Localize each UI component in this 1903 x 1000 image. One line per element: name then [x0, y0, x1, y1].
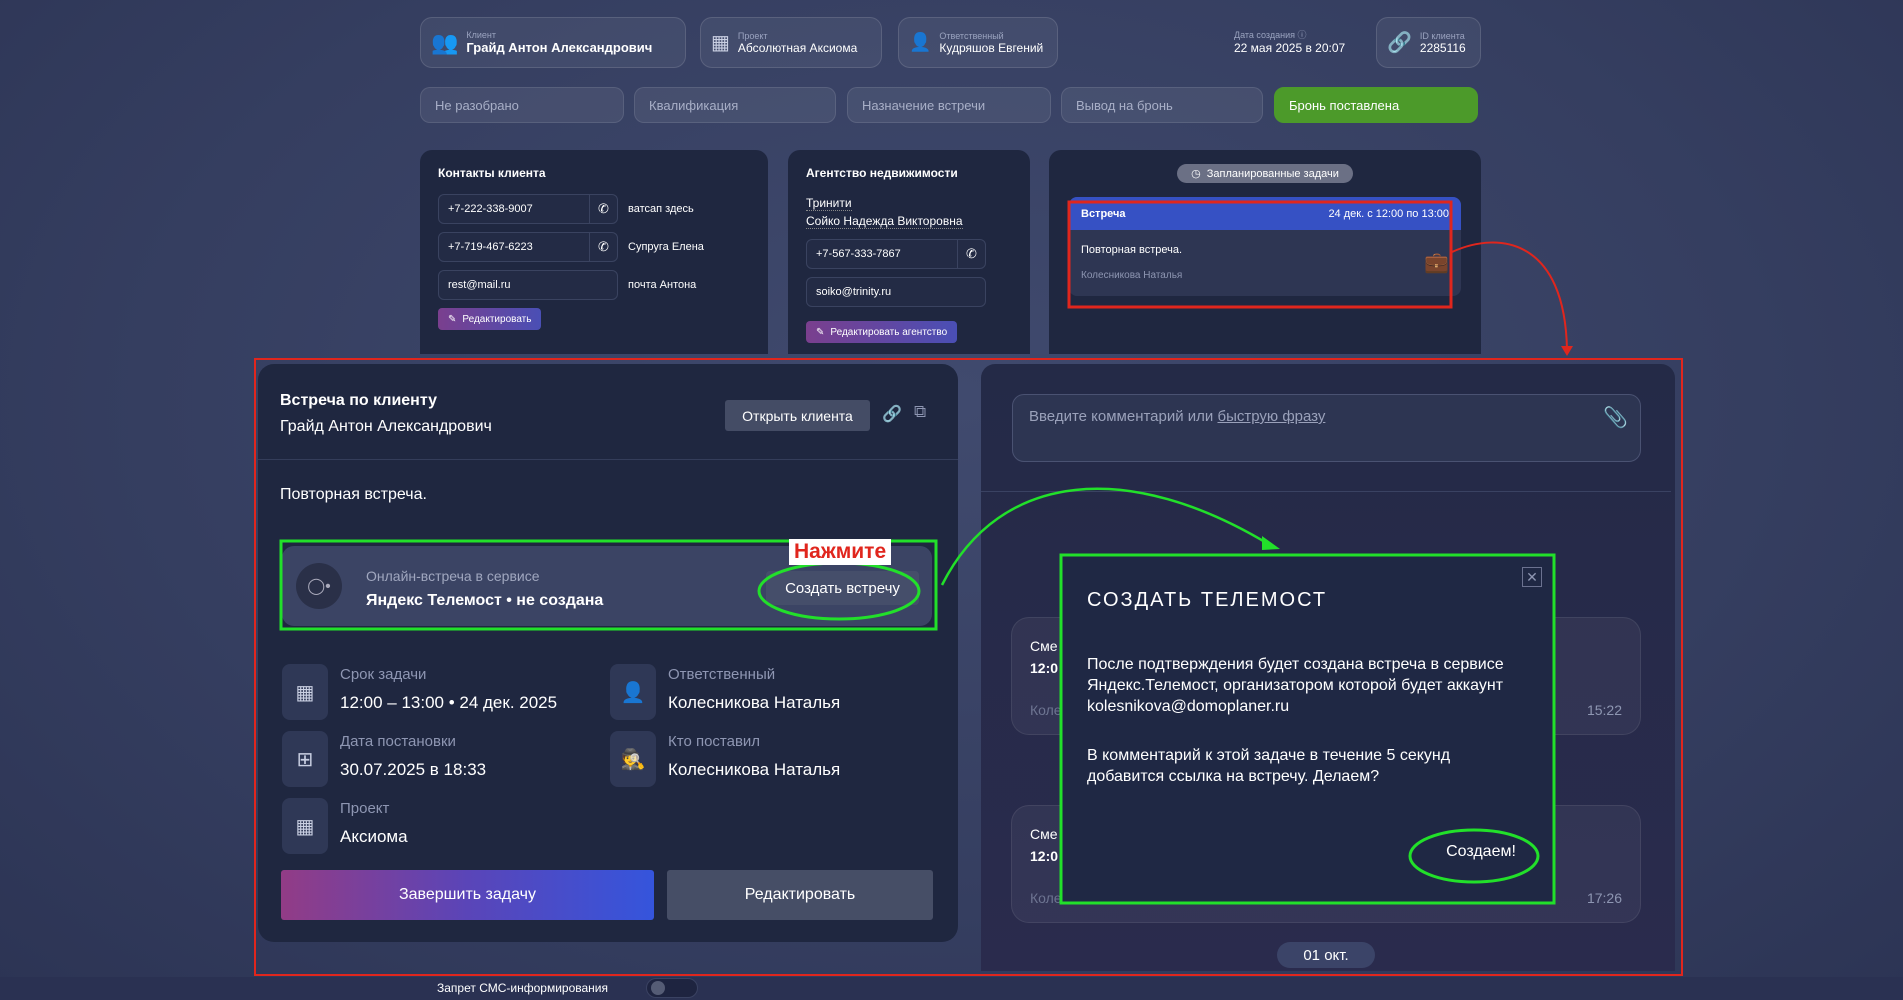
- agency-phone-field[interactable]: +7-567-333-7867 ✆: [806, 239, 986, 269]
- create-telemost-modal: ✕ СОЗДАТЬ ТЕЛЕМОСТ После подтверждения б…: [1061, 555, 1554, 903]
- close-icon[interactable]: ✕: [1522, 567, 1542, 587]
- responsible-info: 👤 Ответственный Колесникова Наталья: [610, 664, 840, 720]
- calendar-plus-icon: ⊞: [282, 731, 328, 787]
- building-icon: ▦: [711, 32, 730, 54]
- scheduled-tasks-badge: ◷ Запланированные задачи: [1177, 164, 1353, 183]
- phone-field[interactable]: +7-222-338-9007 ✆: [438, 194, 618, 224]
- stage-unsorted[interactable]: Не разобрано: [420, 87, 624, 123]
- edit-task-button[interactable]: Редактировать: [667, 870, 933, 920]
- client-contacts-panel: Контакты клиента +7-222-338-9007 ✆ ватсап …: [420, 150, 768, 354]
- set-date-info: ⊞ Дата постановки 30.07.2025 в 18:33: [282, 731, 486, 787]
- agency-name-link[interactable]: Тринити: [806, 196, 852, 211]
- calendar-icon: ▦: [282, 664, 328, 720]
- project-card[interactable]: ▦ Проект Абсолютная Аксиома: [700, 17, 882, 68]
- divider: [981, 491, 1671, 492]
- phone-field[interactable]: +7-719-467-6223 ✆: [438, 232, 618, 262]
- camera-icon: ◯•: [296, 563, 342, 609]
- person-icon: 👤: [610, 664, 656, 720]
- responsible-card[interactable]: 👤 Ответственный Кудряшов Евгений: [898, 17, 1058, 68]
- footer-bar: [0, 977, 1903, 1000]
- person-icon: 👤: [909, 32, 932, 52]
- agency-panel: Агентство недвижимости Тринити Сойко Над…: [788, 150, 1030, 354]
- link-icon: 🔗: [1387, 32, 1412, 54]
- phone-icon[interactable]: ✆: [589, 195, 617, 223]
- deadline-info: ▦ Срок задачи 12:00 – 13:00 • 24 дек. 2025: [282, 664, 557, 720]
- client-card[interactable]: 👥 Клиент Грайд Антон Александрович: [420, 17, 686, 68]
- agent-name-link[interactable]: Сойко Надежда Викторовна: [806, 214, 963, 229]
- edit-contacts-button[interactable]: ✎ Редактировать: [438, 308, 542, 330]
- created-date: Дата создания ⓘ 22 мая 2025 в 20:07: [1234, 30, 1346, 55]
- link-icon[interactable]: 🔗: [882, 404, 902, 424]
- email-field[interactable]: rest@mail.ru: [438, 270, 618, 300]
- users-icon: 👥: [431, 29, 459, 55]
- open-client-button[interactable]: Открыть клиента: [725, 400, 870, 431]
- edit-agency-button[interactable]: ✎ Редактировать агентство: [806, 321, 958, 343]
- modal-title: СОЗДАТЬ ТЕЛЕМОСТ: [1087, 589, 1328, 611]
- briefcase-icon: 💼: [1424, 252, 1449, 274]
- building-icon: ▦: [282, 798, 328, 854]
- sms-ban-label: Запрет СМС-информирования: [437, 981, 608, 995]
- help-icon[interactable]: ⓘ: [1298, 30, 1307, 40]
- phone-icon[interactable]: ✆: [589, 233, 617, 261]
- client-id-card[interactable]: 🔗 ID клиента 2285116: [1376, 17, 1481, 68]
- edit-icon: ✎: [816, 326, 825, 338]
- set-by-info: 🕵 Кто поставил Колесникова Наталья: [610, 731, 840, 787]
- agency-email-field[interactable]: soiko@trinity.ru: [806, 277, 986, 307]
- agent-icon: 🕵: [610, 731, 656, 787]
- paperclip-icon[interactable]: 📎: [1603, 405, 1628, 430]
- task-item[interactable]: Встреча 24 дек. с 12:00 по 13:00 Повторна…: [1069, 197, 1461, 296]
- task-description: Повторная встреча.: [280, 486, 427, 503]
- create-meeting-button[interactable]: Создать встречу: [766, 571, 919, 605]
- stage-booked[interactable]: Бронь поставлена: [1274, 87, 1478, 123]
- confirm-create-button[interactable]: Создаем!: [1426, 834, 1536, 870]
- edit-icon: ✎: [448, 313, 457, 325]
- comment-input[interactable]: Введите комментарий или быструю фразу 📎: [1012, 394, 1641, 462]
- clock-icon: ◷: [1191, 168, 1201, 180]
- quick-phrase-link[interactable]: быструю фразу: [1217, 408, 1325, 425]
- phone-icon[interactable]: ✆: [957, 240, 985, 268]
- project-info: ▦ Проект Аксиома: [282, 798, 408, 854]
- contacts-title: Контакты клиента: [438, 166, 546, 180]
- task-card: Встреча по клиенту Грайд Антон Александр…: [258, 364, 958, 942]
- stage-meeting-assignment[interactable]: Назначение встречи: [847, 87, 1051, 123]
- copy-icon[interactable]: ⧉: [914, 402, 926, 422]
- stage-qualification[interactable]: Квалификация: [634, 87, 836, 123]
- sms-ban-toggle[interactable]: [646, 978, 698, 998]
- date-chip: 01 окт.: [1277, 942, 1375, 968]
- scheduled-tasks-panel: ◷ Запланированные задачи Встреча 24 дек. с…: [1049, 150, 1481, 354]
- complete-task-button[interactable]: Завершить задачу: [281, 870, 654, 920]
- annotation-hint-label: Нажмите: [789, 539, 892, 565]
- stage-booking-output[interactable]: Вывод на бронь: [1061, 87, 1263, 123]
